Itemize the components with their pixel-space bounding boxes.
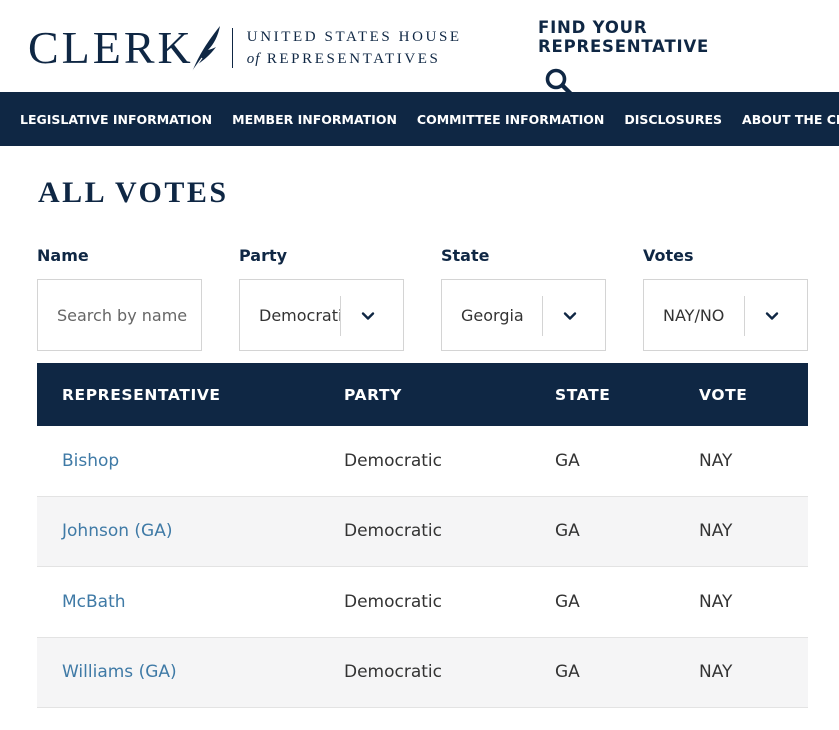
party-cell: Democratic: [344, 591, 442, 612]
site-header: CLERK UNITED STATES HOUSE of REPRESENTAT…: [0, 0, 839, 100]
column-header-state[interactable]: STATE: [555, 386, 611, 404]
logo-subtitle-line2-text: REPRESENTATIVES: [266, 51, 441, 67]
party-select-value: Democratic: [259, 305, 340, 325]
party-cell: Democratic: [344, 521, 442, 542]
votes-select-value: NAY/NO: [663, 305, 725, 325]
filter-name-box: [37, 279, 202, 351]
select-separator: [340, 296, 341, 336]
logo-subtitle-line2: of REPRESENTATIVES: [247, 48, 462, 70]
vote-cell: NAY: [699, 450, 733, 471]
chevron-down-icon[interactable]: [764, 308, 780, 324]
select-separator: [542, 296, 543, 336]
representative-link[interactable]: Williams (GA): [62, 662, 177, 682]
state-select[interactable]: Georgia: [441, 279, 606, 351]
party-cell: Democratic: [344, 450, 442, 471]
logo-of: of: [246, 51, 261, 67]
filter-state-label: State: [441, 246, 490, 265]
party-cell: Democratic: [344, 662, 442, 683]
table-header: REPRESENTATIVE PARTY STATE VOTE: [37, 363, 808, 426]
logo-divider: [231, 28, 233, 68]
table-row: Bishop Democratic GA NAY: [37, 426, 808, 497]
vote-cell: NAY: [699, 591, 733, 612]
find-representative: FIND YOUR REPRESENTATIVE: [538, 18, 810, 100]
votes-table: REPRESENTATIVE PARTY STATE VOTE Bishop D…: [37, 363, 808, 708]
page-title: ALL VOTES: [38, 176, 229, 209]
nav-disclosures[interactable]: DISCLOSURES: [624, 112, 722, 127]
chevron-down-icon[interactable]: [360, 308, 376, 324]
vote-cell: NAY: [699, 662, 733, 683]
nav-legislative-information[interactable]: LEGISLATIVE INFORMATION: [20, 112, 212, 127]
state-select-value: Georgia: [461, 305, 524, 325]
logo-wordmark: CLERK: [28, 22, 194, 73]
vote-cell: NAY: [699, 521, 733, 542]
find-representative-title: FIND YOUR REPRESENTATIVE: [538, 18, 710, 56]
logo-subtitle-line1: UNITED STATES HOUSE: [246, 29, 462, 45]
party-select[interactable]: Democratic: [239, 279, 404, 351]
name-search-input[interactable]: [38, 305, 188, 325]
clerk-logo[interactable]: CLERK UNITED STATES HOUSE of REPRESENTAT…: [28, 22, 462, 74]
logo-subtitle: UNITED STATES HOUSE of REPRESENTATIVES: [247, 26, 462, 70]
table-row: McBath Democratic GA NAY: [37, 567, 808, 638]
filter-name-label: Name: [37, 246, 89, 265]
votes-select[interactable]: NAY/NO: [643, 279, 808, 351]
filter-votes-label: Votes: [643, 246, 694, 265]
table-row: Johnson (GA) Democratic GA NAY: [37, 496, 808, 567]
filter-votes: Votes NAY/NO: [643, 246, 808, 351]
chevron-down-icon[interactable]: [562, 308, 578, 324]
nav-about-the-clerk[interactable]: ABOUT THE CLERK: [742, 112, 839, 127]
state-cell: GA: [555, 662, 580, 683]
main-nav: LEGISLATIVE INFORMATION MEMBER INFORMATI…: [0, 92, 839, 146]
representative-link[interactable]: McBath: [62, 592, 126, 612]
filter-state: State Georgia: [441, 246, 606, 351]
state-cell: GA: [555, 450, 580, 471]
representative-link[interactable]: Bishop: [62, 451, 119, 471]
state-cell: GA: [555, 591, 580, 612]
nav-committee-information[interactable]: COMMITTEE INFORMATION: [417, 112, 604, 127]
column-header-vote[interactable]: VOTE: [699, 386, 747, 404]
representative-link[interactable]: Johnson (GA): [62, 521, 172, 541]
state-cell: GA: [555, 521, 580, 542]
nav-member-information[interactable]: MEMBER INFORMATION: [232, 112, 397, 127]
filter-name: Name: [37, 246, 202, 351]
filter-party: Party Democratic: [239, 246, 404, 351]
quill-icon: [191, 26, 220, 73]
column-header-party[interactable]: PARTY: [344, 386, 402, 404]
table-row: Williams (GA) Democratic GA NAY: [37, 637, 808, 708]
filter-party-label: Party: [239, 246, 288, 265]
select-separator: [744, 296, 745, 336]
column-header-representative[interactable]: REPRESENTATIVE: [62, 386, 221, 404]
